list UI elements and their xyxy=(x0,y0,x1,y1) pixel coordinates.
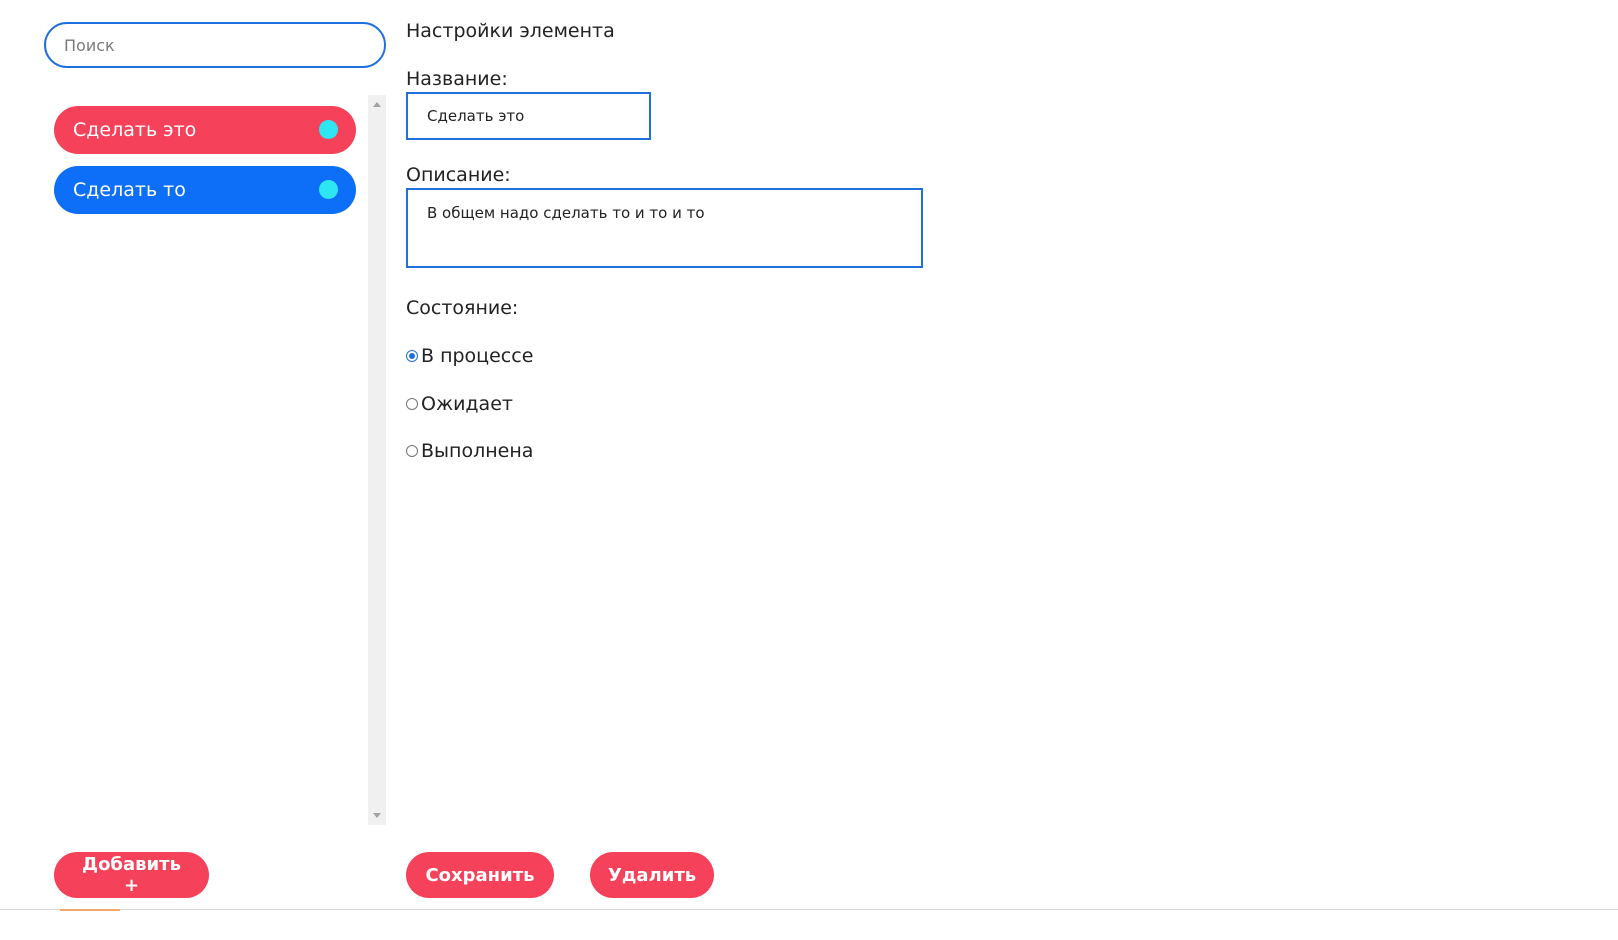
radio-icon[interactable] xyxy=(406,398,418,410)
radio-icon[interactable] xyxy=(406,350,418,362)
footer-divider xyxy=(0,909,1618,910)
task-list: Сделать это Сделать то xyxy=(54,106,356,226)
list-item[interactable]: Сделать это xyxy=(54,106,356,154)
footer-accent xyxy=(60,909,120,911)
name-field[interactable] xyxy=(406,92,651,140)
radio-icon[interactable] xyxy=(406,445,418,457)
delete-button[interactable]: Удалить xyxy=(590,852,714,898)
list-scrollbar[interactable] xyxy=(368,95,386,825)
scroll-down-arrow-icon[interactable] xyxy=(373,813,381,818)
description-field[interactable]: В общем надо сделать то и то и то xyxy=(406,188,923,268)
status-dot-icon xyxy=(319,120,338,139)
list-item-label: Сделать это xyxy=(73,119,197,141)
name-label: Название: xyxy=(406,68,508,90)
status-option-label: Ожидает xyxy=(421,393,513,415)
status-option-in-progress[interactable]: В процессе xyxy=(406,344,533,368)
todo-app: Сделать это Сделать то Добавить + Настро… xyxy=(0,0,1618,940)
status-dot-icon xyxy=(319,180,338,199)
save-button[interactable]: Сохранить xyxy=(406,852,554,898)
description-label: Описание: xyxy=(406,164,511,186)
status-option-label: В процессе xyxy=(421,345,534,367)
add-button[interactable]: Добавить + xyxy=(54,852,209,898)
status-option-waiting[interactable]: Ожидает xyxy=(406,392,513,416)
list-item-label: Сделать то xyxy=(73,179,186,201)
search-input[interactable] xyxy=(44,22,386,68)
scroll-up-arrow-icon[interactable] xyxy=(373,102,381,107)
status-label: Состояние: xyxy=(406,297,519,319)
status-option-done[interactable]: Выполнена xyxy=(406,439,533,463)
status-option-label: Выполнена xyxy=(421,440,534,462)
list-item[interactable]: Сделать то xyxy=(54,166,356,214)
settings-title: Настройки элемента xyxy=(406,20,615,42)
